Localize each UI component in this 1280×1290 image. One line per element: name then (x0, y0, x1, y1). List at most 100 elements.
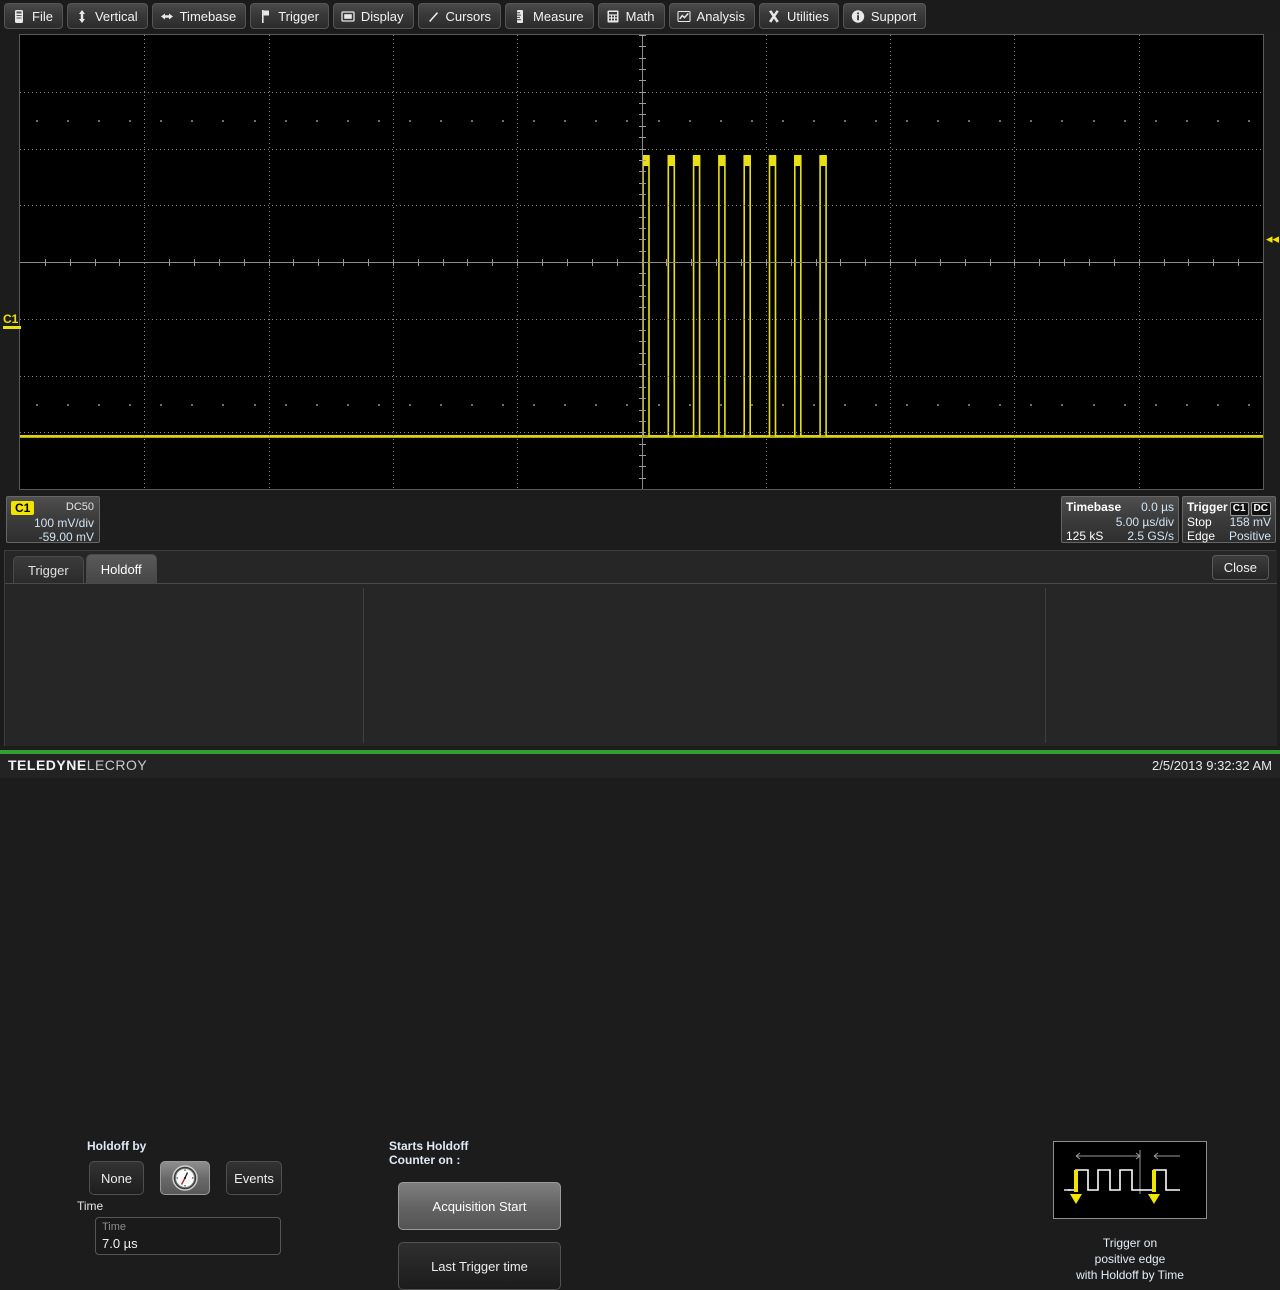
acquisition-start-button[interactable]: Acquisition Start (398, 1182, 561, 1230)
grid-dot (564, 120, 566, 122)
graticule[interactable] (19, 34, 1264, 490)
descriptor-trigger-level: 158 mV (1229, 515, 1271, 529)
grid-dot (1061, 404, 1063, 406)
holdoff-events-button[interactable]: Events (226, 1161, 282, 1195)
axis-tick-y (639, 69, 646, 70)
close-button[interactable]: Close (1211, 555, 1269, 580)
grid-dot (471, 120, 473, 122)
axis-tick-x (592, 259, 593, 266)
grid-dot (440, 404, 442, 406)
axis-tick-x (741, 259, 742, 266)
grid-dot (222, 120, 224, 122)
grid-dot (1030, 404, 1032, 406)
axis-tick-x (1064, 259, 1065, 266)
axis-tick-y (639, 137, 646, 138)
axis-tick-y (639, 307, 646, 308)
menu-button-label: File (32, 8, 53, 24)
menu-button-analysis[interactable]: Analysis (668, 3, 755, 29)
menu-button-display[interactable]: Display (332, 3, 414, 29)
axis-tick-x (1213, 259, 1214, 266)
menu-button-measure[interactable]: Measure (505, 3, 594, 29)
grid-dot (409, 120, 411, 122)
grid-dot (316, 404, 318, 406)
axis-tick-x (840, 259, 841, 266)
menu-button-timebase[interactable]: Timebase (151, 3, 247, 29)
descriptor-spacer (100, 494, 1061, 547)
menu-button-math[interactable]: Math (597, 3, 665, 29)
tab-holdoff[interactable]: Holdoff (85, 554, 157, 583)
grid-dot (813, 404, 815, 406)
axis-tick-y (639, 149, 646, 150)
panel-divider-1 (363, 588, 364, 743)
axis-tick-x (1238, 259, 1239, 266)
grid-dot (502, 120, 504, 122)
menu-button-cursors[interactable]: Cursors (417, 3, 502, 29)
axis-tick-x (567, 259, 568, 266)
grid-dot (751, 404, 753, 406)
menu-button-utilities[interactable]: Utilities (758, 3, 839, 29)
axis-tick-y (639, 319, 646, 320)
descriptor-timebase-delay: 0.0 µs (1141, 500, 1174, 514)
grid-dot (658, 404, 660, 406)
grid-dot (316, 120, 318, 122)
menu-button-label: Utilities (786, 8, 829, 24)
descriptor-c1-coupling: DC50 (65, 501, 94, 513)
grid-dot (1155, 404, 1157, 406)
menu-button-file[interactable]: File (4, 3, 63, 29)
trigger-level-marker[interactable]: ◂◂ (1266, 232, 1279, 245)
descriptor-c1-tag: C1 (11, 501, 35, 515)
grid-dot (1124, 404, 1126, 406)
descriptor-trigger-title: Trigger (1187, 500, 1228, 514)
tab-trigger[interactable]: Trigger (13, 556, 84, 583)
descriptor-timebase[interactable]: Timebase 0.0 µs 5.00 µs/div 125 kS 2.5 G… (1061, 496, 1179, 543)
grid-dot (968, 120, 970, 122)
axis-tick-x (666, 259, 667, 266)
axis-tick-x (542, 259, 543, 266)
menu-button-support[interactable]: Support (842, 3, 927, 29)
last-trigger-time-button[interactable]: Last Trigger time (398, 1242, 561, 1290)
axis-tick-y (639, 455, 646, 456)
grid-dot (1061, 120, 1063, 122)
descriptor-c1-offset: -59.00 mV (38, 530, 94, 544)
channel-c1-ground-marker[interactable]: C1 (3, 312, 21, 329)
caption-line-2: positive edge (1094, 1252, 1166, 1266)
grid-dot (502, 404, 504, 406)
holdoff-time-input-placeholder: Time (102, 1221, 127, 1233)
menu-button-trigger[interactable]: Trigger (250, 3, 329, 29)
descriptor-trigger[interactable]: Trigger C1 DC Stop 158 mV Edge Positive (1182, 496, 1276, 543)
axis-tick-y (639, 262, 646, 263)
axis-tick-y (639, 80, 646, 81)
descriptor-timebase-scale: 5.00 µs/div (1115, 515, 1174, 529)
axis-tick-y (639, 92, 646, 93)
menu-button-label: Math (625, 8, 655, 24)
axis-tick-x (1089, 259, 1090, 266)
waveform-pulse-top (794, 155, 802, 166)
axis-tick-y (639, 353, 646, 354)
channel-c1-marker-label: C1 (3, 312, 19, 326)
info-icon (851, 9, 865, 24)
descriptor-channel-c1[interactable]: C1 DC50 100 mV/div -59.00 mV (6, 496, 100, 544)
menu-button-vertical[interactable]: Vertical (66, 3, 148, 29)
grid-dot (378, 404, 380, 406)
holdoff-time-input[interactable]: Time 7.0 µs (95, 1217, 281, 1255)
holdoff-by-title: Holdoff by (87, 1139, 147, 1153)
axis-tick-y (639, 376, 646, 377)
axis-tick-x (219, 259, 220, 266)
axis-tick-x (965, 259, 966, 266)
axis-tick-x (194, 259, 195, 266)
holdoff-time-button[interactable] (160, 1161, 210, 1195)
axis-tick-x (418, 259, 419, 266)
grid-dot (191, 120, 193, 122)
axis-tick-y (639, 183, 646, 184)
holdoff-events-label: Events (234, 1170, 274, 1186)
axis-tick-x (691, 259, 692, 266)
grid-dot (875, 404, 877, 406)
grid-dot (875, 120, 877, 122)
menu-button-label: Vertical (94, 8, 138, 24)
grid-dot (98, 404, 100, 406)
file-icon (12, 9, 26, 24)
waveform-pulse-top (667, 155, 675, 166)
descriptor-timebase-memory: 125 kS (1066, 529, 1104, 543)
holdoff-none-button[interactable]: None (89, 1161, 144, 1195)
grid-dot (533, 120, 535, 122)
